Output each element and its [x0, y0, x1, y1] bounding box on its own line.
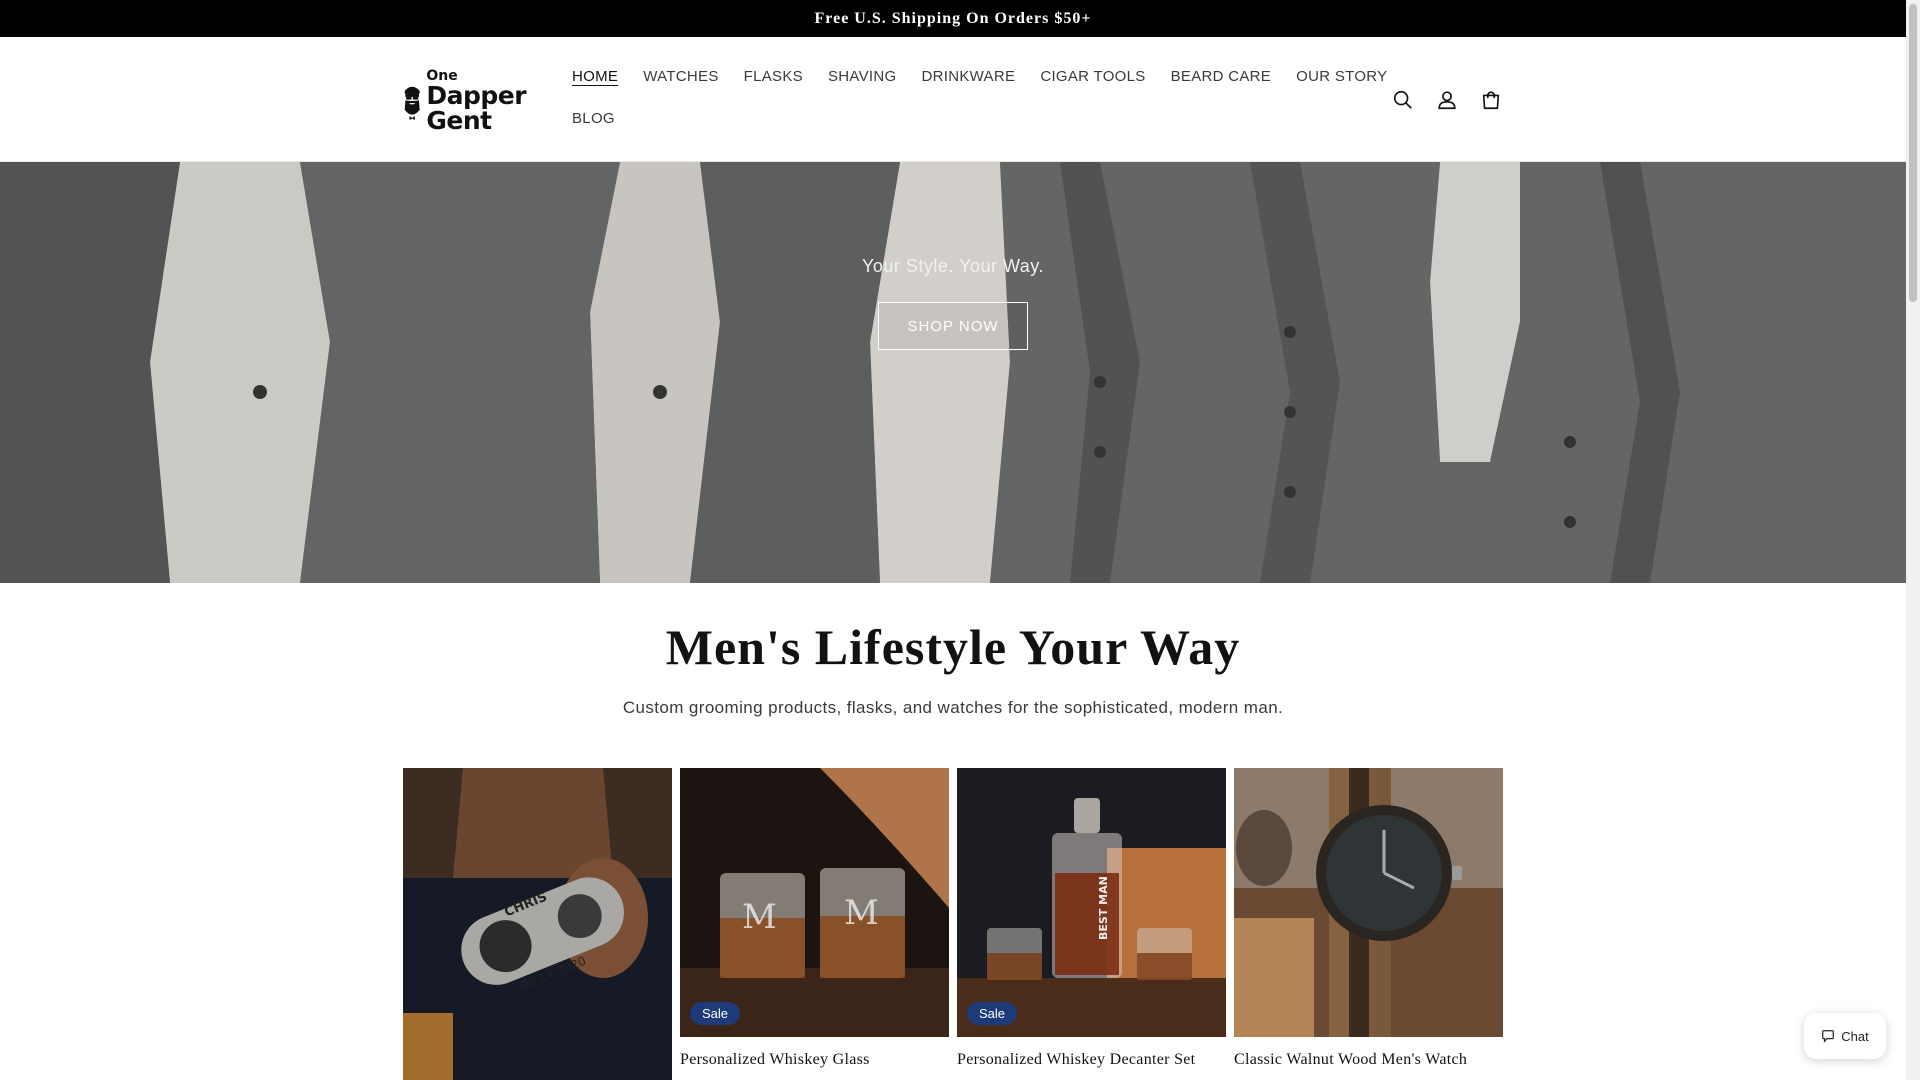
- account-icon[interactable]: [1434, 87, 1460, 113]
- nav-item-beard-care[interactable]: BEARD CARE: [1171, 68, 1272, 85]
- nav-item-cigar-tools[interactable]: CIGAR TOOLS: [1040, 68, 1145, 85]
- product-image-cigar-cutter[interactable]: CHRIS 08.14.2020: [403, 768, 672, 1080]
- product-card[interactable]: CHRIS 08.14.2020: [403, 768, 672, 1080]
- nav-item-shaving[interactable]: SHAVING: [828, 68, 897, 85]
- product-grid: CHRIS 08.14.2020 M M Sale Personalized W: [403, 768, 1503, 1080]
- product-card[interactable]: M M Sale Personalized Whiskey Glass: [680, 768, 949, 1069]
- logo[interactable]: One Dapper Gent: [402, 69, 544, 135]
- site-header: One Dapper Gent HOME WATCHES FLASKS SHAV…: [0, 37, 1906, 162]
- chat-button[interactable]: Chat: [1804, 1013, 1886, 1059]
- announcement-bar: Free U.S. Shipping On Orders $50+: [0, 0, 1906, 37]
- section-title: Men's Lifestyle Your Way: [665, 619, 1241, 675]
- engraving-monogram: M: [742, 897, 777, 937]
- product-card[interactable]: BEST MAN Sale Personalized Whiskey Decan…: [957, 768, 1226, 1069]
- sale-badge: Sale: [690, 1002, 741, 1025]
- main-nav: HOME WATCHES FLASKS SHAVING DRINKWARE CI…: [572, 55, 1387, 139]
- nav-item-watches[interactable]: WATCHES: [643, 68, 718, 85]
- engraving-monogram: M: [844, 893, 879, 933]
- logo-line-2: Dapper Gent: [426, 81, 527, 135]
- chat-label: Chat: [1841, 1028, 1869, 1044]
- nav-item-drinkware[interactable]: DRINKWARE: [921, 68, 1015, 85]
- bearded-gent-logo-icon: [404, 86, 420, 121]
- product-card[interactable]: Classic Walnut Wood Men's Watch: [1234, 768, 1503, 1069]
- product-image-decanter-set[interactable]: BEST MAN Sale: [957, 768, 1226, 1037]
- engraving-best-man: BEST MAN: [1097, 876, 1110, 940]
- section-subtitle: Custom grooming products, flasks, and wa…: [622, 698, 1284, 717]
- product-title[interactable]: Classic Walnut Wood Men's Watch: [1234, 1051, 1503, 1069]
- hero-groomsmen-image: [0, 162, 1906, 583]
- hero-tagline: Your Style. Your Way.: [862, 256, 1044, 276]
- search-icon[interactable]: [1390, 87, 1416, 113]
- nav-item-home[interactable]: HOME: [572, 68, 618, 85]
- scrollbar-thumb[interactable]: [1909, 4, 1917, 302]
- announcement-text: Free U.S. Shipping On Orders $50+: [814, 9, 1092, 27]
- hero-banner: Your Style. Your Way. SHOP NOW: [0, 162, 1906, 583]
- product-title[interactable]: Personalized Whiskey Decanter Set: [957, 1051, 1226, 1069]
- page-scrollbar[interactable]: [1906, 0, 1920, 1080]
- product-image-whiskey-glass[interactable]: M M Sale: [680, 768, 949, 1037]
- nav-item-flasks[interactable]: FLASKS: [744, 68, 803, 85]
- cart-icon[interactable]: [1478, 87, 1504, 113]
- nav-item-blog[interactable]: BLOG: [572, 110, 615, 127]
- product-image-walnut-watch[interactable]: [1234, 768, 1503, 1037]
- nav-item-our-story[interactable]: OUR STORY: [1296, 68, 1387, 85]
- header-icons: [1390, 87, 1504, 113]
- chat-bubble-icon: [1822, 1030, 1835, 1043]
- shop-now-button[interactable]: SHOP NOW: [878, 302, 1028, 350]
- sale-badge: Sale: [967, 1002, 1018, 1025]
- product-title[interactable]: Personalized Whiskey Glass: [680, 1051, 949, 1069]
